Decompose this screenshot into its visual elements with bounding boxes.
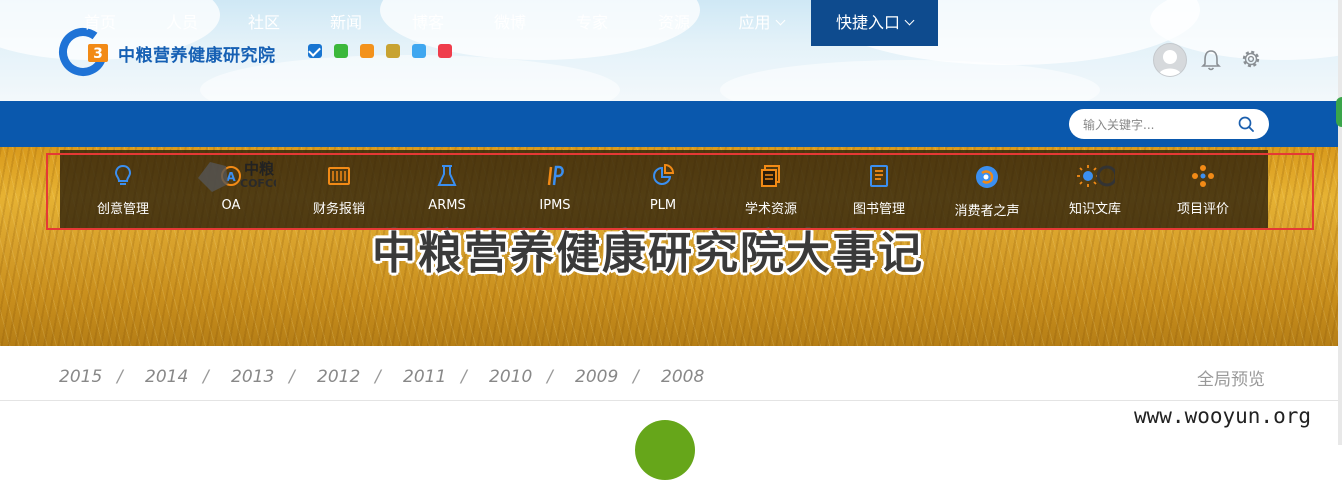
nav-label: 人员	[165, 13, 198, 32]
year-link-2008[interactable]: 2008	[661, 367, 704, 387]
year-link-2013[interactable]: 2013	[231, 367, 274, 387]
nav-item-news[interactable]: 新闻	[316, 0, 376, 46]
timeline-marker	[635, 420, 695, 480]
nav-label: 社区	[247, 13, 280, 32]
theme-color-picker	[308, 44, 452, 58]
theme-swatch-lightblue[interactable]	[412, 44, 426, 58]
chevron-down-icon	[904, 15, 915, 26]
gear-icon[interactable]	[1240, 48, 1262, 70]
year-link-2009[interactable]: 2009	[575, 367, 618, 387]
nav-item-community[interactable]: 社区	[234, 0, 294, 46]
year-separator: /	[633, 367, 639, 387]
nav-item-experts[interactable]: 专家	[562, 0, 622, 46]
theme-swatch-red[interactable]	[438, 44, 452, 58]
user-avatar[interactable]	[1153, 43, 1187, 77]
nav-item-blog[interactable]: 博客	[398, 0, 458, 46]
nav-label: 微博	[493, 13, 526, 32]
watermark: www.wooyun.org	[1134, 404, 1312, 428]
year-separator: /	[117, 367, 123, 387]
nav-label: 首页	[83, 13, 116, 32]
overview-link[interactable]: 全局预览	[1197, 365, 1265, 390]
user-silhouette-icon	[1158, 50, 1182, 76]
nav-label: 应用	[738, 13, 771, 32]
search-icon[interactable]	[1238, 116, 1254, 132]
annotation-highlight-box	[46, 153, 1314, 230]
search-input[interactable]	[1081, 115, 1235, 135]
year-link-2010[interactable]: 2010	[489, 367, 532, 387]
nav-label: 资源	[657, 13, 690, 32]
nav-item-quick-access[interactable]: 快捷入口	[811, 0, 938, 46]
nav-item-people[interactable]: 人员	[152, 0, 212, 46]
year-separator: /	[547, 367, 553, 387]
nav-label: 专家	[575, 13, 608, 32]
nav-label: 新闻	[329, 13, 362, 32]
nav-label: 博客	[411, 13, 444, 32]
year-link-2014[interactable]: 2014	[145, 367, 188, 387]
nav-item-resources[interactable]: 资源	[644, 0, 704, 46]
chevron-down-icon	[775, 15, 785, 26]
year-separator: /	[375, 367, 381, 387]
svg-text:3: 3	[93, 46, 103, 62]
scrollbar-edge[interactable]	[1338, 0, 1342, 445]
theme-swatch-gold[interactable]	[386, 44, 400, 58]
theme-swatch-green[interactable]	[334, 44, 348, 58]
nav-item-weibo[interactable]: 微博	[480, 0, 540, 46]
cloud-decoration	[720, 60, 1100, 101]
year-link-2015[interactable]: 2015	[59, 367, 102, 387]
year-link-2011[interactable]: 2011	[403, 367, 446, 387]
nav-item-apps[interactable]: 应用	[724, 0, 798, 46]
bell-icon[interactable]	[1200, 48, 1222, 72]
year-separator: /	[289, 367, 295, 387]
side-tab[interactable]	[1336, 97, 1342, 127]
theme-swatch-orange[interactable]	[360, 44, 374, 58]
nav-item-home[interactable]: 首页	[70, 0, 130, 46]
nav-label: 快捷入口	[835, 13, 900, 32]
year-link-2012[interactable]: 2012	[317, 367, 360, 387]
year-separator: /	[461, 367, 467, 387]
year-separator: /	[203, 367, 209, 387]
theme-swatch-blue[interactable]	[308, 44, 322, 58]
